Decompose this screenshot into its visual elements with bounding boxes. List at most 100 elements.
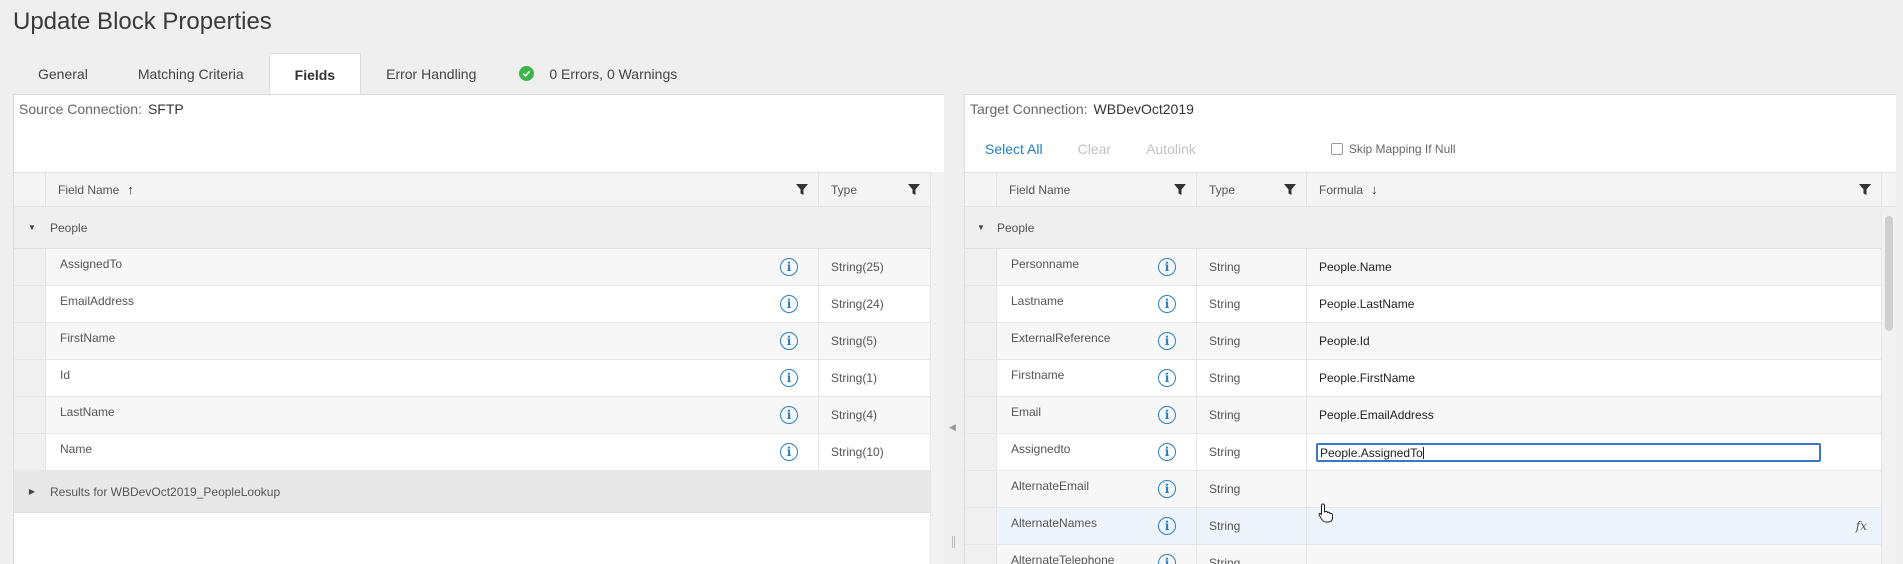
fx-icon[interactable]: fx	[1856, 519, 1867, 533]
table-row[interactable]: Id i String(1)	[14, 360, 944, 397]
column-header-type[interactable]: Type	[819, 173, 931, 206]
field-type: String	[1209, 408, 1241, 422]
formula-cell[interactable]	[1307, 545, 1882, 564]
filter-icon[interactable]	[1859, 184, 1871, 199]
checkbox-icon[interactable]	[1330, 143, 1343, 155]
grip-icon[interactable]	[952, 536, 955, 548]
field-name-cell: FirstName i	[46, 323, 819, 359]
type-cell: String(25)	[819, 249, 931, 285]
source-rows: AssignedTo i String(25) EmailAddress i S…	[14, 249, 944, 471]
row-gutter	[965, 286, 997, 322]
source-scrollbar[interactable]	[930, 172, 944, 564]
tab-matching-criteria[interactable]: Matching Criteria	[113, 53, 269, 94]
table-row[interactable]: Assignedto i String People.AssignedTo	[965, 434, 1896, 471]
formula-cell[interactable]: People.Name	[1307, 249, 1882, 285]
skip-mapping-label: Skip Mapping If Null	[1348, 142, 1456, 156]
info-icon[interactable]: i	[780, 295, 798, 313]
caret-right-icon[interactable]: ▶	[14, 487, 50, 496]
formula-cell[interactable]	[1307, 471, 1882, 507]
field-type: String	[1209, 519, 1241, 533]
group-row-people[interactable]: ▼ People	[14, 207, 944, 249]
formula-cell[interactable]: People.AssignedTo	[1307, 434, 1882, 470]
info-icon[interactable]: i	[780, 443, 798, 461]
field-name: LastName	[60, 405, 115, 419]
info-icon[interactable]: i	[780, 332, 798, 350]
field-type: String(10)	[831, 445, 884, 459]
collapse-left-icon[interactable]: ◀	[949, 422, 956, 433]
check-icon	[519, 66, 535, 81]
filter-icon[interactable]	[908, 184, 920, 199]
caret-down-icon[interactable]: ▼	[14, 223, 50, 232]
formula-cell[interactable]: People.FirstName	[1307, 360, 1882, 396]
formula-cell[interactable]: People.EmailAddress	[1307, 397, 1882, 433]
table-row[interactable]: Firstname i String People.FirstName	[965, 360, 1896, 397]
table-row[interactable]: LastName i String(4)	[14, 397, 944, 434]
info-icon[interactable]: i	[780, 258, 798, 276]
table-row[interactable]: FirstName i String(5)	[14, 323, 944, 360]
info-icon[interactable]: i	[1158, 443, 1176, 461]
sort-descending-icon[interactable]: ↓	[1371, 182, 1378, 197]
info-icon[interactable]: i	[1158, 258, 1176, 276]
type-cell: String	[1197, 545, 1307, 564]
formula-input[interactable]: People.AssignedTo	[1316, 442, 1821, 462]
field-type: String(25)	[831, 260, 884, 274]
text-cursor	[1422, 447, 1424, 460]
type-cell: String(10)	[819, 434, 931, 470]
source-grid-header: Field Name ↑ Type	[14, 172, 944, 207]
info-icon[interactable]: i	[1158, 517, 1176, 535]
table-row[interactable]: EmailAddress i String(24)	[14, 286, 944, 323]
tab-general[interactable]: General	[13, 53, 113, 94]
row-gutter	[965, 434, 997, 470]
column-header-type[interactable]: Type	[1197, 173, 1307, 206]
table-row[interactable]: AlternateTelephone i String	[965, 545, 1896, 564]
column-header-field-name[interactable]: Field Name ↑	[46, 173, 819, 206]
panel-splitter[interactable]: ◀	[944, 94, 964, 564]
info-icon[interactable]: i	[1158, 406, 1176, 424]
sort-ascending-icon[interactable]: ↑	[127, 182, 134, 197]
clear-button[interactable]: Clear	[1078, 141, 1111, 157]
formula-cell[interactable]: People.LastName	[1307, 286, 1882, 322]
validation-status-text: 0 Errors, 0 Warnings	[549, 65, 678, 82]
column-header-field-name[interactable]: Field Name	[997, 173, 1197, 206]
info-icon[interactable]: i	[1158, 480, 1176, 498]
row-gutter	[965, 323, 997, 359]
table-row[interactable]: AlternateNames i String fx	[965, 508, 1896, 545]
select-all-button[interactable]: Select All	[985, 141, 1043, 157]
tab-fields[interactable]: Fields	[268, 53, 362, 95]
group-row-people[interactable]: ▼ People	[965, 207, 1896, 249]
info-icon[interactable]: i	[1158, 369, 1176, 387]
type-cell: String	[1197, 471, 1307, 507]
info-icon[interactable]: i	[780, 406, 798, 424]
formula-cell[interactable]: fx	[1307, 508, 1882, 544]
filter-icon[interactable]	[1174, 184, 1186, 199]
table-row[interactable]: ExternalReference i String People.Id	[965, 323, 1896, 360]
autolink-button[interactable]: Autolink	[1146, 141, 1196, 157]
filter-icon[interactable]	[796, 184, 808, 199]
target-scrollbar[interactable]	[1881, 214, 1896, 564]
info-icon[interactable]: i	[780, 369, 798, 387]
type-cell: String	[1197, 397, 1307, 433]
skip-mapping-checkbox[interactable]: Skip Mapping If Null	[1330, 142, 1456, 156]
info-icon[interactable]: i	[1158, 332, 1176, 350]
field-type: String	[1209, 482, 1241, 496]
table-row[interactable]: Lastname i String People.LastName	[965, 286, 1896, 323]
filter-icon[interactable]	[1284, 184, 1296, 199]
scrollbar-thumb[interactable]	[1885, 216, 1893, 331]
source-connection: Source Connection: SFTP	[19, 101, 184, 117]
type-cell: String	[1197, 323, 1307, 359]
column-header-formula[interactable]: Formula ↓	[1307, 173, 1882, 206]
caret-down-icon[interactable]: ▼	[965, 223, 997, 232]
type-cell: String	[1197, 360, 1307, 396]
table-row[interactable]: AlternateEmail i String	[965, 471, 1896, 508]
info-icon[interactable]: i	[1158, 554, 1176, 564]
tab-error-handling[interactable]: Error Handling	[361, 53, 501, 94]
table-row[interactable]: Personname i String People.Name	[965, 249, 1896, 286]
table-row[interactable]: Name i String(10)	[14, 434, 944, 471]
group-row-results[interactable]: ▶ Results for WBDevOct2019_PeopleLookup	[14, 471, 931, 513]
field-name: AlternateNames	[1011, 516, 1098, 530]
formula-cell[interactable]: People.Id	[1307, 323, 1882, 359]
info-icon[interactable]: i	[1158, 295, 1176, 313]
table-row[interactable]: AssignedTo i String(25)	[14, 249, 944, 286]
column-header-formula-label: Formula	[1319, 182, 1364, 197]
table-row[interactable]: Email i String People.EmailAddress	[965, 397, 1896, 434]
